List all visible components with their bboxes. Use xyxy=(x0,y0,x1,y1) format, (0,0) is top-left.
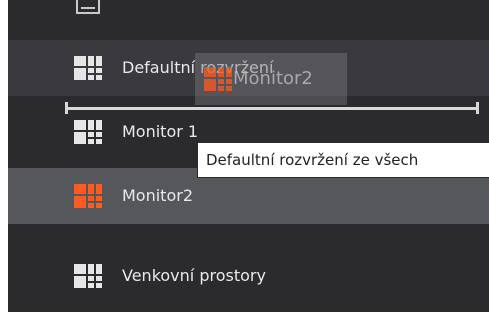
grid-layout-icon xyxy=(74,56,102,80)
drop-indicator-line xyxy=(65,107,479,110)
monitor-icon xyxy=(76,0,100,14)
drag-ghost[interactable]: Monitor2 xyxy=(195,53,347,105)
grid-layout-icon xyxy=(204,67,232,91)
grid-layout-icon xyxy=(74,264,102,288)
grid-layout-icon xyxy=(74,120,102,144)
drop-indicator-cap xyxy=(476,102,479,114)
layout-item-outdoor[interactable]: Venkovní prostory xyxy=(8,248,489,304)
layout-item-label: Monitor2 xyxy=(122,186,193,205)
drag-ghost-label: Monitor2 xyxy=(233,68,313,89)
layout-item-label: Venkovní prostory xyxy=(122,266,266,285)
layout-list-item-partial[interactable] xyxy=(8,0,489,16)
grid-layout-icon xyxy=(74,184,102,208)
tooltip: Defaultní rozvržení ze všech xyxy=(197,142,489,178)
layout-item-label: Monitor 1 xyxy=(122,122,199,141)
